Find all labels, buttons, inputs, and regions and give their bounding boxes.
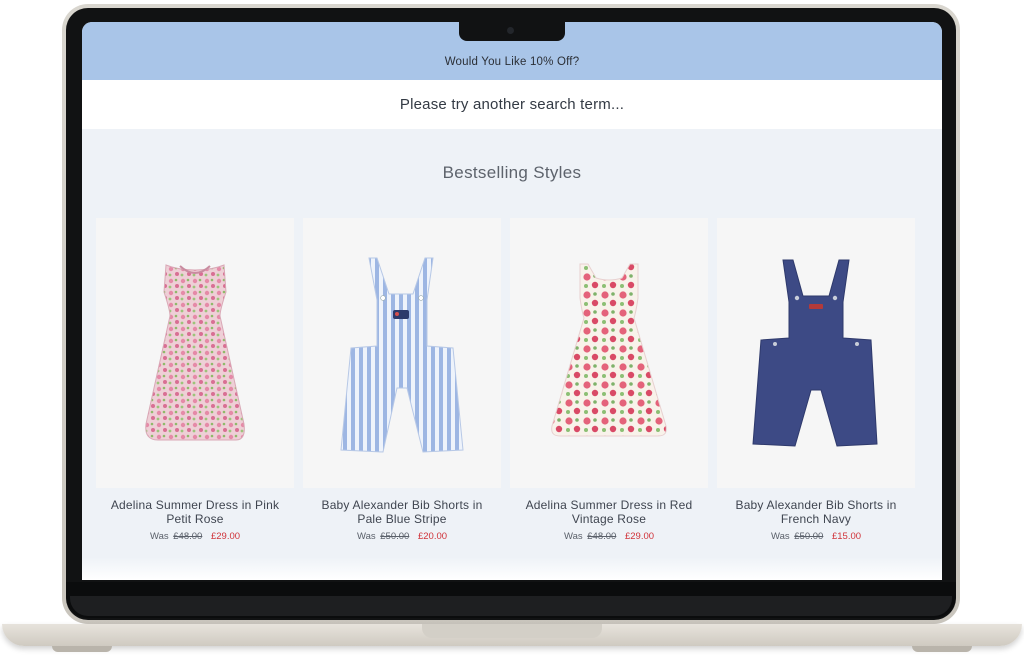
navy-bib-shorts-icon: [752, 259, 878, 447]
product-image[interactable]: [303, 218, 501, 488]
sale-price: £20.00: [417, 531, 448, 542]
price-row: Was £48.00 £29.00: [510, 531, 708, 542]
product-image[interactable]: [510, 218, 708, 488]
original-price: £50.00: [794, 531, 824, 542]
product-name[interactable]: Adelina Summer Dress in Pink Petit Rose: [96, 498, 294, 526]
search-no-results-message: Please try another search term...: [399, 96, 625, 113]
product-card[interactable]: Adelina Summer Dress in Pink Petit Rose …: [96, 218, 294, 548]
product-image[interactable]: [96, 218, 294, 488]
sale-price: £29.00: [210, 531, 241, 542]
laptop-foot-left: [52, 646, 112, 652]
camera-icon: [507, 27, 514, 34]
was-label: Was: [563, 531, 583, 542]
red-rose-dress-icon: [551, 263, 667, 437]
product-name[interactable]: Baby Alexander Bib Shorts in French Navy: [717, 498, 915, 526]
screen: Would You Like 10% Off? Please try anoth…: [82, 22, 942, 580]
was-label: Was: [770, 531, 790, 542]
was-label: Was: [356, 531, 376, 542]
pink-floral-dress-icon: [145, 264, 245, 441]
was-label: Was: [149, 531, 169, 542]
price-row: Was £48.00 £29.00: [96, 531, 294, 542]
promo-text[interactable]: Would You Like 10% Off?: [445, 56, 580, 68]
sale-price: £29.00: [624, 531, 655, 542]
price-row: Was £50.00 £20.00: [303, 531, 501, 542]
original-price: £48.00: [173, 531, 203, 542]
section-title: Bestselling Styles: [442, 163, 582, 182]
original-price: £48.00: [587, 531, 617, 542]
content-fade: [82, 557, 942, 580]
original-price: £50.00: [380, 531, 410, 542]
blue-stripe-bib-shorts-icon: [340, 257, 464, 453]
search-message-bar: Please try another search term...: [82, 80, 942, 129]
product-image[interactable]: [717, 218, 915, 488]
price-row: Was £50.00 £15.00: [717, 531, 915, 542]
product-card[interactable]: Baby Alexander Bib Shorts in Pale Blue S…: [303, 218, 501, 548]
product-card[interactable]: Adelina Summer Dress in Red Vintage Rose…: [510, 218, 708, 548]
trackpad-notch: [422, 624, 602, 638]
product-name[interactable]: Baby Alexander Bib Shorts in Pale Blue S…: [303, 498, 501, 526]
sale-price: £15.00: [831, 531, 862, 542]
laptop-hinge: [70, 596, 952, 616]
product-card[interactable]: Baby Alexander Bib Shorts in French Navy…: [717, 218, 915, 548]
product-name[interactable]: Adelina Summer Dress in Red Vintage Rose: [510, 498, 708, 526]
laptop-foot-right: [912, 646, 972, 652]
